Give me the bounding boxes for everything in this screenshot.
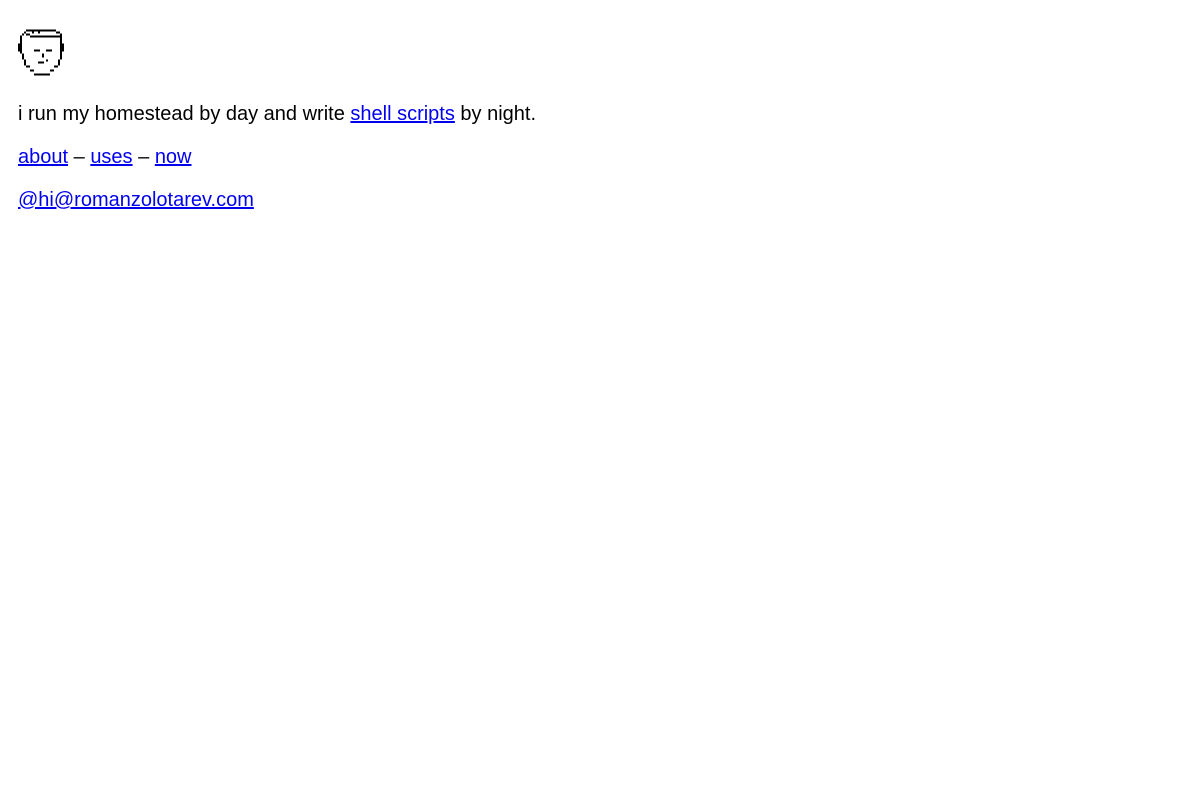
email-link[interactable]: @hi@romanzolotarev.com xyxy=(18,189,254,211)
intro-text-after: by night. xyxy=(454,103,537,125)
pixel-face-icon xyxy=(18,29,64,76)
nav-separator: – xyxy=(68,146,91,168)
uses-link[interactable]: uses xyxy=(90,146,132,168)
nav-links: about – uses – now xyxy=(18,146,536,169)
intro-text-before: i run my homestead by day and write xyxy=(18,103,351,125)
now-link[interactable]: now xyxy=(155,146,192,168)
about-link[interactable]: about xyxy=(18,146,68,168)
page-content: i run my homestead by day and write shel… xyxy=(18,29,536,212)
intro-text: i run my homestead by day and write shel… xyxy=(18,103,536,126)
contact-line: @hi@romanzolotarev.com xyxy=(18,189,536,212)
nav-separator: – xyxy=(132,146,155,168)
shell-scripts-link[interactable]: shell scripts xyxy=(350,103,454,125)
